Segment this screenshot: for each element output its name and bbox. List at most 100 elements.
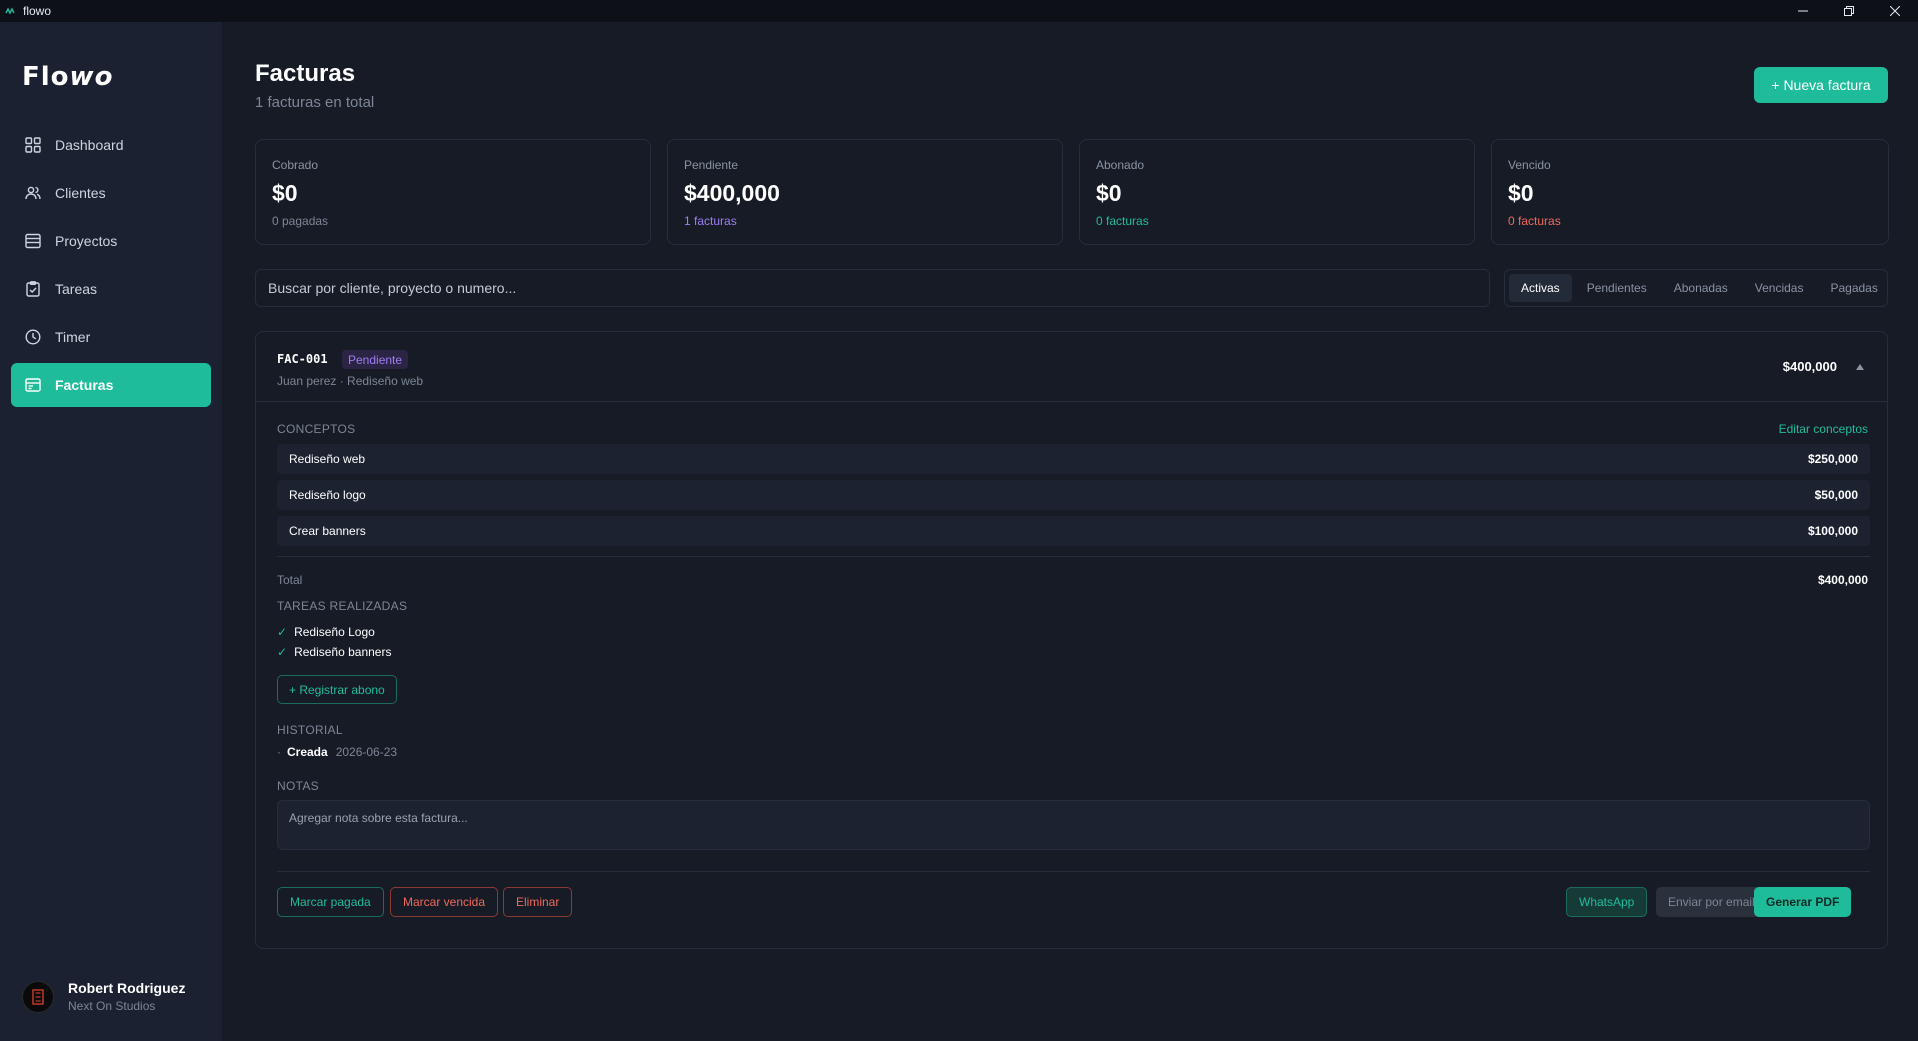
delete-button[interactable]: Eliminar	[503, 887, 573, 917]
page-title: Facturas	[255, 60, 356, 87]
concept-name: Rediseño logo	[289, 488, 366, 502]
sidebar-item-label: Dashboard	[55, 137, 124, 153]
tab-activas[interactable]: Activas	[1509, 274, 1572, 302]
invoice-card: FAC-001 Pendiente Juan perez · Rediseño …	[255, 331, 1888, 949]
bullet-icon: ·	[277, 745, 281, 759]
divider	[277, 556, 1870, 557]
page-subtitle: 1 facturas en total	[255, 94, 375, 111]
title-bar: flowo	[0, 0, 1918, 22]
close-icon[interactable]	[1872, 0, 1918, 22]
notes-field[interactable]	[277, 800, 1870, 850]
concepts-list: Rediseño web $250,000 Rediseño logo $50,…	[277, 444, 1870, 552]
whatsapp-button[interactable]: WhatsApp	[1566, 887, 1648, 917]
tab-vencidas[interactable]: Vencidas	[1743, 274, 1816, 302]
invoice-number: FAC-001	[277, 352, 328, 366]
check-icon: ✓	[277, 625, 288, 639]
concept-amount: $100,000	[1807, 524, 1858, 538]
invoice-header[interactable]: FAC-001 Pendiente Juan perez · Rediseño …	[256, 332, 1887, 402]
sidebar-nav: Dashboard Clientes Proyectos Tareas Time…	[11, 123, 211, 411]
history-date: 2026-06-23	[335, 745, 398, 759]
list-item: ✓ Rediseño banners	[277, 642, 391, 662]
concept-name: Crear banners	[289, 524, 366, 538]
invoice-amount: $400,000	[1782, 359, 1837, 374]
tab-pendientes[interactable]: Pendientes	[1575, 274, 1659, 302]
invoice-meta: Juan perez · Rediseño web	[277, 374, 424, 388]
stat-value: $0	[1508, 180, 1534, 206]
main-content: Facturas 1 facturas en total + Nueva fac…	[222, 22, 1918, 1041]
new-invoice-button[interactable]: + Nueva factura	[1754, 67, 1888, 103]
divider	[277, 871, 1870, 872]
tab-abonadas[interactable]: Abonadas	[1662, 274, 1740, 302]
status-badge: Pendiente	[342, 350, 409, 369]
stat-label: Vencido	[1508, 158, 1551, 172]
sidebar-item-label: Tareas	[55, 281, 98, 297]
minimize-icon[interactable]	[1780, 0, 1826, 22]
stat-value: $0	[272, 180, 298, 206]
sidebar-item-tareas[interactable]: Tareas	[11, 267, 211, 311]
search-input[interactable]	[255, 269, 1490, 307]
completed-tasks-list: ✓ Rediseño Logo ✓ Rediseño banners	[277, 622, 391, 662]
sidebar-item-label: Clientes	[55, 185, 106, 201]
check-icon: ✓	[277, 645, 288, 659]
logo: Flowo	[22, 62, 114, 92]
clipboard-check-icon	[24, 280, 42, 298]
window-title: flowo	[23, 4, 52, 18]
concept-row: Rediseño web $250,000	[277, 444, 1870, 474]
stat-card-cobrado: Cobrado $0 0 pagadas	[255, 139, 651, 245]
user-org: Next On Studios	[68, 999, 156, 1013]
mark-paid-button[interactable]: Marcar pagada	[277, 887, 384, 917]
sidebar-item-timer[interactable]: Timer	[11, 315, 211, 359]
total-label: Total	[277, 573, 303, 587]
restore-icon[interactable]	[1826, 0, 1872, 22]
users-icon	[24, 184, 42, 202]
list-icon	[24, 232, 42, 250]
sidebar-item-clientes[interactable]: Clientes	[11, 171, 211, 215]
stat-sub: 0 facturas	[1096, 214, 1149, 228]
chevron-up-icon[interactable]	[1855, 360, 1867, 372]
clock-icon	[24, 328, 42, 346]
concepts-label: CONCEPTOS	[277, 422, 356, 436]
grid-icon	[24, 136, 42, 154]
tab-pagadas[interactable]: Pagadas	[1818, 274, 1889, 302]
total-value: $400,000	[1817, 573, 1868, 587]
sidebar-item-label: Proyectos	[55, 233, 118, 249]
avatar	[22, 980, 54, 1013]
sidebar-item-facturas[interactable]: Facturas	[11, 363, 211, 407]
stat-sub: 1 facturas	[684, 214, 737, 228]
mark-overdue-button[interactable]: Marcar vencida	[390, 887, 499, 917]
concept-amount: $250,000	[1807, 452, 1858, 466]
stat-value: $0	[1096, 180, 1122, 206]
stat-label: Cobrado	[272, 158, 319, 172]
sidebar-item-dashboard[interactable]: Dashboard	[11, 123, 211, 167]
sidebar: Flowo Dashboard Clientes Proyectos Tarea…	[0, 22, 222, 1041]
task-name: Rediseño Logo	[294, 625, 375, 639]
notes-label: NOTAS	[277, 779, 319, 793]
history-entry: · Creada 2026-06-23	[277, 745, 397, 759]
stat-sub: 0 facturas	[1508, 214, 1561, 228]
generate-pdf-button[interactable]: Generar PDF	[1754, 887, 1852, 917]
stat-card-pendiente: Pendiente $400,000 1 facturas	[667, 139, 1063, 245]
stat-label: Pendiente	[684, 158, 739, 172]
window-controls	[1780, 0, 1918, 22]
stat-sub: 0 pagadas	[272, 214, 329, 228]
stat-value: $400,000	[684, 180, 780, 206]
stat-card-abonado: Abonado $0 0 facturas	[1079, 139, 1475, 245]
concept-amount: $50,000	[1814, 488, 1858, 502]
invoice-icon	[24, 376, 42, 394]
list-item: ✓ Rediseño Logo	[277, 622, 391, 642]
stats-row: Cobrado $0 0 pagadas Pendiente $400,000 …	[255, 139, 1889, 245]
edit-concepts-link[interactable]: Editar conceptos	[1779, 422, 1868, 436]
register-payment-button[interactable]: + Registrar abono	[277, 675, 397, 704]
filter-tabs: Activas Pendientes Abonadas Vencidas Pag…	[1504, 269, 1888, 307]
stat-card-vencido: Vencido $0 0 facturas	[1491, 139, 1889, 245]
user-profile[interactable]: Robert Rodriguez Next On Studios	[22, 980, 185, 1013]
sidebar-item-proyectos[interactable]: Proyectos	[11, 219, 211, 263]
sidebar-item-label: Timer	[55, 329, 91, 345]
concept-name: Rediseño web	[289, 452, 366, 466]
app-icon	[4, 5, 16, 17]
stat-label: Abonado	[1096, 158, 1145, 172]
send-email-button[interactable]: Enviar por email	[1656, 887, 1767, 917]
tasks-label: TAREAS REALIZADAS	[277, 599, 408, 613]
history-event: Creada	[287, 745, 328, 759]
history-label: HISTORIAL	[277, 723, 343, 737]
